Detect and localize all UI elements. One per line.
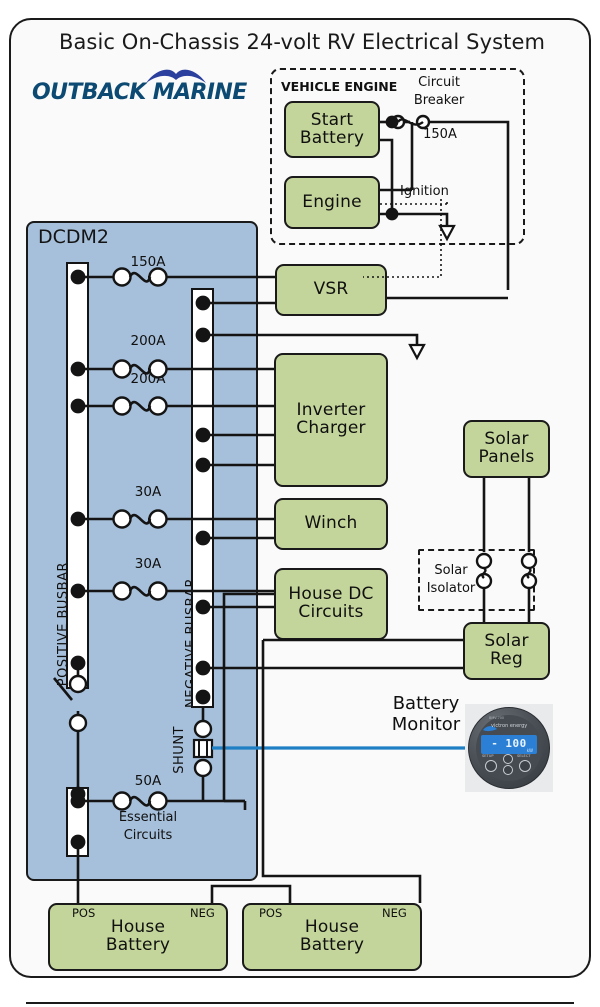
monitor-select-button[interactable] bbox=[519, 760, 531, 772]
house-dc-circuits-box: House DC Circuits bbox=[274, 568, 388, 640]
breaker-rating-50a: 50A bbox=[134, 773, 162, 789]
vsr-label: VSR bbox=[313, 279, 349, 300]
outback-marine-logo: OUTBACK MARINE bbox=[32, 66, 254, 112]
solar-panels-box: Solar Panels bbox=[463, 420, 550, 478]
monitor-setup-text: SETUP bbox=[482, 754, 494, 758]
engine-breaker-rating: 150A bbox=[423, 127, 457, 142]
house-battery-2-pos: POS bbox=[259, 906, 283, 920]
solar-panels-label: Solar Panels bbox=[478, 429, 535, 467]
breaker-rating-200a-2: 200A bbox=[130, 371, 166, 387]
engine-box: Engine bbox=[284, 176, 380, 229]
breaker-rating-150a: 150A bbox=[130, 254, 166, 270]
monitor-down-button[interactable] bbox=[503, 765, 513, 775]
monitor-lcd-unit: kW bbox=[526, 748, 533, 753]
dcdm2-label: DCDM2 bbox=[38, 226, 110, 248]
battery-monitor-device[interactable]: BMV-700 victron energy - 100 kW SETUP SE… bbox=[465, 704, 553, 792]
logo-wordmark: OUTBACK MARINE bbox=[32, 80, 247, 105]
house-dc-circuits-label: House DC Circuits bbox=[288, 584, 374, 622]
inverter-charger-label: Inverter Charger bbox=[296, 400, 366, 438]
essential-circuits-caption-2: Circuits bbox=[123, 828, 173, 843]
negative-busbar-label: NEGATIVE BUSBAR bbox=[184, 578, 199, 708]
solar-isolator-label-2: Isolator bbox=[426, 581, 476, 596]
monitor-lcd: - 100 kW bbox=[481, 735, 537, 754]
shunt-label: SHUNT bbox=[172, 726, 187, 774]
battery-monitor-label: Battery Monitor bbox=[391, 693, 461, 735]
solar-isolator-group bbox=[418, 549, 535, 611]
breaker-rating-30a-1: 30A bbox=[134, 484, 162, 500]
house-battery-2-label: House Battery bbox=[299, 917, 365, 955]
vehicle-engine-title: VEHICLE ENGINE bbox=[281, 79, 398, 94]
essential-circuits-caption-1: Essential bbox=[118, 810, 178, 825]
winch-label: Winch bbox=[304, 513, 358, 534]
monitor-up-button[interactable] bbox=[503, 754, 513, 764]
inverter-charger-box: Inverter Charger bbox=[274, 353, 388, 487]
breaker-rating-30a-2: 30A bbox=[134, 556, 162, 572]
positive-busbar-label: POSITIVE BUSBAR bbox=[56, 562, 71, 687]
monitor-brand-text: victron energy bbox=[491, 723, 528, 729]
circuit-breaker-caption-2: Breaker bbox=[413, 93, 465, 108]
diagram-page: Basic On-Chassis 24-volt RV Electrical S… bbox=[0, 0, 600, 1007]
circuit-breaker-caption-1: Circuit bbox=[418, 75, 460, 90]
start-battery-label: Start Battery bbox=[299, 109, 365, 148]
solar-reg-box: Solar Reg bbox=[463, 622, 550, 680]
winch-box: Winch bbox=[274, 498, 388, 550]
footer-rule bbox=[26, 1002, 574, 1004]
engine-label: Engine bbox=[302, 191, 362, 212]
monitor-setup-button[interactable] bbox=[485, 760, 497, 772]
monitor-model-text: BMV-700 bbox=[489, 716, 505, 720]
start-battery-box: Start Battery bbox=[284, 101, 380, 158]
page-title: Basic On-Chassis 24-volt RV Electrical S… bbox=[58, 30, 546, 54]
monitor-select-text: SELECT bbox=[517, 754, 531, 758]
house-battery-1-pos: POS bbox=[72, 906, 96, 920]
vsr-box: VSR bbox=[275, 264, 387, 316]
solar-reg-label: Solar Reg bbox=[484, 631, 529, 669]
house-battery-2-neg: NEG bbox=[382, 906, 407, 920]
solar-isolator-label-1: Solar bbox=[434, 563, 468, 578]
breaker-rating-200a-1: 200A bbox=[130, 333, 166, 349]
house-battery-1-label: House Battery bbox=[105, 917, 171, 955]
house-battery-1-neg: NEG bbox=[190, 906, 215, 920]
ignition-label: Ignition bbox=[400, 184, 449, 199]
